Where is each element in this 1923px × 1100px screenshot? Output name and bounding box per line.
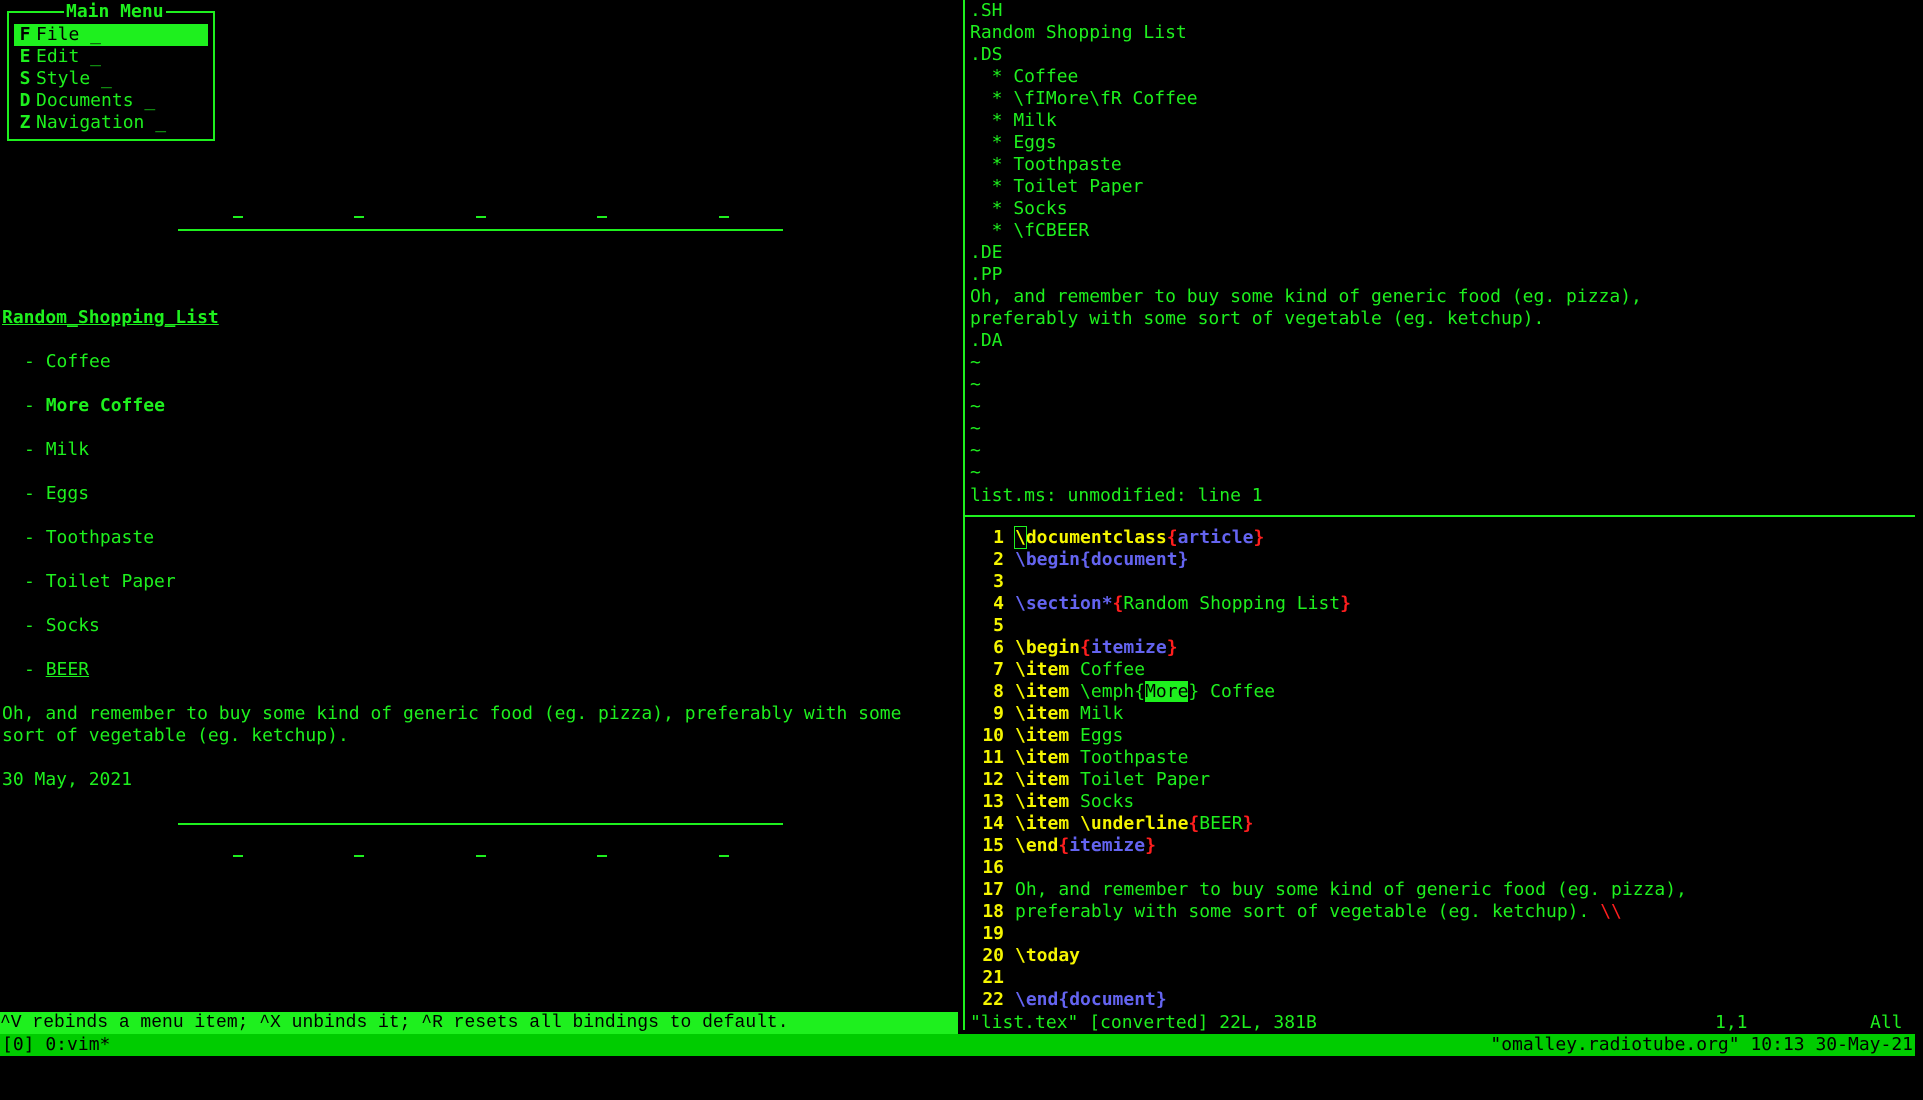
list-item: - More Coffee bbox=[24, 395, 165, 416]
list-item: - BEER bbox=[24, 659, 90, 680]
source-line: .DA bbox=[970, 330, 1003, 351]
menu-label: Documents _ bbox=[36, 90, 156, 111]
code-line: 17 Oh, and remember to buy some kind of g… bbox=[982, 879, 1687, 900]
tmux-host-clock: "omalley.radiotube.org" 10:13 30-May-21 bbox=[1490, 1034, 1913, 1055]
menu-key: Z bbox=[19, 112, 31, 133]
empty-line-marker: ~ bbox=[970, 352, 981, 373]
empty-line-marker: ~ bbox=[970, 396, 981, 417]
menu-label: Navigation _ bbox=[36, 112, 167, 133]
list-item: - Toothpaste bbox=[24, 527, 155, 548]
list-item: - Eggs bbox=[24, 483, 90, 504]
main-menu: Main Menu F File _ E Edit _ S Style _ D Docu… bbox=[7, 1, 215, 141]
code-line: 16 bbox=[982, 857, 1004, 878]
source-line: preferably with some sort of vegetable (… bbox=[970, 308, 1545, 329]
menu-key: D bbox=[19, 90, 31, 111]
menu-label: File _ bbox=[36, 24, 102, 45]
empty-line-marker: ~ bbox=[970, 440, 981, 461]
list-item: - Coffee bbox=[24, 351, 111, 372]
code-line: 15 \end{itemize} bbox=[982, 835, 1156, 856]
source-line: * Toothpaste bbox=[970, 154, 1122, 175]
vim-status-file: "list.tex" [converted] 22L, 381B bbox=[970, 1012, 1317, 1033]
code-line: 19 bbox=[982, 923, 1004, 944]
page-tick bbox=[719, 216, 729, 218]
menu-key: F bbox=[19, 24, 31, 45]
code-line: 22 \end{document} bbox=[982, 989, 1167, 1010]
paragraph-line: sort of vegetable (eg. ketchup). bbox=[2, 725, 349, 746]
page-tick bbox=[597, 216, 607, 218]
main-menu-title: Main Menu bbox=[64, 1, 166, 23]
code-line: 14 \item \underline{BEER} bbox=[982, 813, 1254, 834]
menu-item-navigation[interactable]: Z Navigation _ bbox=[14, 112, 208, 134]
code-line: 1 \documentclass{article} bbox=[993, 526, 1265, 549]
page-tick bbox=[354, 855, 364, 857]
list-item: - Milk bbox=[24, 439, 90, 460]
ms-status-line: list.ms: unmodified: line 1 bbox=[970, 485, 1263, 506]
page-tick bbox=[597, 855, 607, 857]
page-bottom-rule bbox=[178, 823, 783, 825]
code-line: 13 \item Socks bbox=[982, 791, 1135, 812]
menu-item-documents[interactable]: D Documents _ bbox=[14, 90, 208, 112]
page-tick bbox=[354, 216, 364, 218]
tmux-status-bar: [0] 0:vim* "omalley.radiotube.org" 10:13… bbox=[0, 1034, 1915, 1056]
menu-key: E bbox=[19, 46, 31, 67]
page-top-rule bbox=[178, 229, 783, 231]
code-line: 10 \item Eggs bbox=[982, 725, 1124, 746]
menu-item-edit[interactable]: E Edit _ bbox=[14, 46, 208, 68]
menu-item-file[interactable]: F File _ bbox=[14, 24, 208, 46]
list-item: - Socks bbox=[24, 615, 100, 636]
vim-cursor-position: 1,1 bbox=[1715, 1012, 1748, 1033]
code-line: 18 preferably with some sort of vegetable… bbox=[982, 901, 1622, 922]
code-line: 20 \today bbox=[982, 945, 1081, 966]
source-line: * \fIMore\fR Coffee bbox=[970, 88, 1198, 109]
source-line: * Coffee bbox=[970, 66, 1079, 87]
source-line: Random Shopping List bbox=[970, 22, 1187, 43]
menu-label: Edit _ bbox=[36, 46, 102, 67]
code-line: 9 \item Milk bbox=[993, 703, 1124, 724]
empty-line-marker: ~ bbox=[970, 462, 981, 483]
page-tick bbox=[476, 216, 486, 218]
code-line: 2 \begin{document} bbox=[993, 549, 1189, 570]
empty-line-marker: ~ bbox=[970, 374, 981, 395]
source-line: .DS bbox=[970, 44, 1003, 65]
menu-label: Style _ bbox=[36, 68, 112, 89]
code-line: 12 \item Toilet Paper bbox=[982, 769, 1211, 790]
menu-item-style[interactable]: S Style _ bbox=[14, 68, 208, 90]
source-line: * Toilet Paper bbox=[970, 176, 1144, 197]
search-highlight: More bbox=[1145, 681, 1189, 702]
code-line: 21 bbox=[982, 967, 1004, 988]
source-line: * Milk bbox=[970, 110, 1057, 131]
code-line: 3 bbox=[993, 571, 1004, 592]
code-line: 6 \begin{itemize} bbox=[993, 637, 1178, 658]
source-line: .DE bbox=[970, 242, 1003, 263]
document-heading: Random_Shopping_List bbox=[2, 307, 219, 328]
code-line: 8 \item \emph{More} Coffee bbox=[993, 681, 1276, 702]
code-line: 7 \item Coffee bbox=[993, 659, 1146, 680]
tmux-window-list[interactable]: [0] 0:vim* bbox=[2, 1034, 110, 1056]
code-line: 4 \section*{Random Shopping List} bbox=[993, 593, 1351, 614]
page-tick bbox=[233, 216, 243, 218]
source-line: * Socks bbox=[970, 198, 1068, 219]
source-line: .SH bbox=[970, 0, 1003, 21]
list-item: - Toilet Paper bbox=[24, 571, 176, 592]
code-line: 5 bbox=[993, 615, 1004, 636]
pane-divider-horizontal[interactable] bbox=[965, 515, 1915, 517]
code-line: 11 \item Toothpaste bbox=[982, 747, 1189, 768]
page-tick bbox=[476, 855, 486, 857]
paragraph-line: Oh, and remember to buy some kind of gen… bbox=[2, 703, 902, 724]
source-line: * Eggs bbox=[970, 132, 1057, 153]
source-line: .PP bbox=[970, 264, 1003, 285]
menu-key: S bbox=[19, 68, 31, 89]
source-line: * \fCBEER bbox=[970, 220, 1090, 241]
source-line: Oh, and remember to buy some kind of gen… bbox=[970, 286, 1642, 307]
empty-line-marker: ~ bbox=[970, 418, 981, 439]
page-tick bbox=[233, 855, 243, 857]
page-tick bbox=[719, 855, 729, 857]
document-date: 30 May, 2021 bbox=[2, 769, 133, 790]
text-cursor: \ bbox=[1014, 526, 1027, 549]
menu-help-bar: ^V rebinds a menu item; ^X unbinds it; ^… bbox=[0, 1012, 958, 1034]
vim-scroll-indicator: All bbox=[1870, 1012, 1903, 1033]
